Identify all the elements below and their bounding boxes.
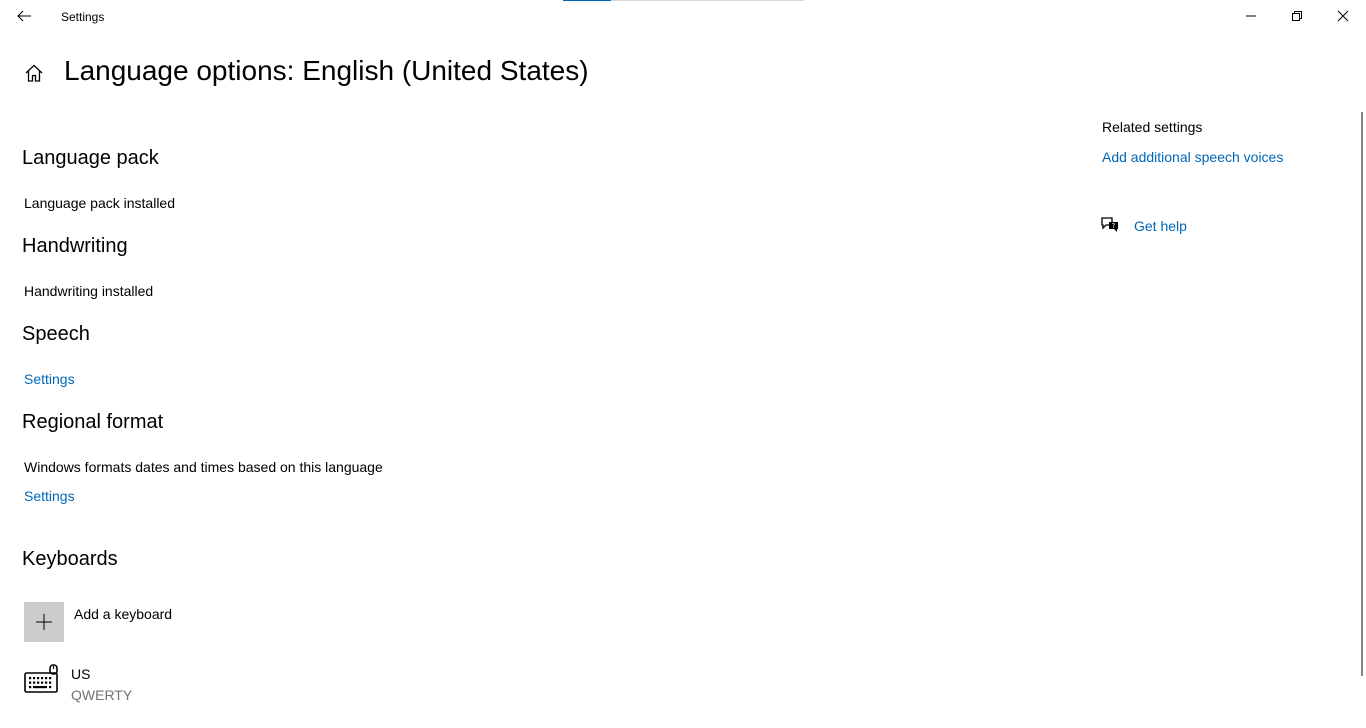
app-title: Settings — [61, 10, 105, 24]
keyboards-heading: Keyboards — [22, 548, 118, 570]
vertical-scrollbar[interactable] — [1361, 112, 1363, 676]
plus-icon — [36, 614, 52, 630]
add-speech-voices-link[interactable]: Add additional speech voices — [1102, 149, 1283, 165]
regional-format-heading: Regional format — [22, 411, 164, 433]
handwriting-heading: Handwriting — [22, 235, 128, 257]
loading-progress-bar — [563, 0, 804, 1]
minimize-icon — [1246, 15, 1256, 17]
title-bar: Settings — [0, 0, 1366, 32]
page-title: Language options: English (United States… — [64, 55, 589, 86]
regional-format-description: Windows formats dates and times based on… — [24, 459, 383, 475]
related-settings-heading: Related settings — [1102, 119, 1203, 135]
language-pack-status: Language pack installed — [24, 195, 176, 211]
svg-text:?: ? — [1112, 222, 1116, 230]
back-arrow-icon — [17, 10, 31, 22]
speech-heading: Speech — [22, 323, 90, 345]
settings-window: Settings Language options: English (Unit… — [0, 0, 1366, 728]
keyboard-layout: QWERTY — [71, 687, 133, 703]
get-help-link[interactable]: Get help — [1134, 218, 1187, 234]
home-icon — [25, 64, 43, 82]
chat-help-icon: ? — [1101, 217, 1118, 232]
close-button[interactable] — [1320, 0, 1366, 32]
add-keyboard-button[interactable]: Add a keyboard — [24, 602, 284, 642]
restore-button[interactable] — [1274, 0, 1320, 32]
restore-icon — [1292, 11, 1302, 21]
language-pack-heading: Language pack — [22, 147, 159, 169]
keyboard-item-us[interactable]: US QWERTY — [24, 662, 324, 708]
add-keyboard-label: Add a keyboard — [74, 606, 173, 622]
loading-progress-fill — [563, 0, 612, 1]
keyboard-name: US — [71, 666, 91, 682]
speech-settings-link[interactable]: Settings — [24, 371, 75, 387]
home-button[interactable] — [20, 58, 48, 88]
regional-format-settings-link[interactable]: Settings — [24, 488, 75, 504]
close-icon — [1337, 10, 1349, 22]
handwriting-status: Handwriting installed — [24, 283, 154, 299]
back-button[interactable] — [8, 0, 40, 32]
keyboard-icon — [24, 664, 58, 693]
minimize-button[interactable] — [1228, 0, 1274, 32]
add-keyboard-tile — [24, 602, 64, 642]
